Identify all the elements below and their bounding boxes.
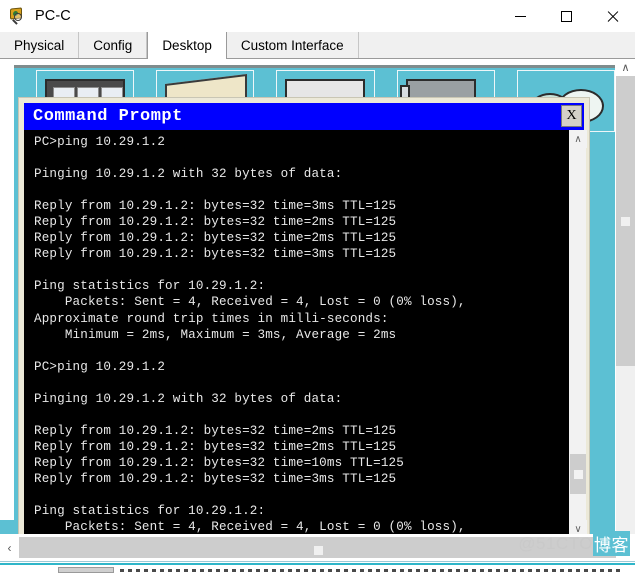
tab-config-label: Config	[93, 37, 133, 53]
window-title: PC-C	[35, 8, 71, 24]
terminal-scroll-up-arrow[interactable]: ∧	[569, 130, 587, 148]
terminal-scroll-thumb[interactable]	[570, 454, 586, 494]
bottom-strip	[0, 561, 635, 573]
tab-bar: Physical Config Desktop Custom Interface	[0, 32, 635, 59]
teal-corner-accent	[0, 520, 16, 534]
desktop-content-area: Command Prompt X PC>ping 10.29.1.2 Pingi…	[0, 59, 635, 573]
tab-custom-interface[interactable]: Custom Interface	[226, 32, 359, 58]
terminal-line: Reply from 10.29.1.2: bytes=32 time=3ms …	[34, 471, 397, 486]
terminal-line: Reply from 10.29.1.2: bytes=32 time=2ms …	[34, 423, 397, 438]
bottom-chip-left	[58, 567, 114, 573]
terminal-line: Reply from 10.29.1.2: bytes=32 time=2ms …	[34, 231, 397, 246]
close-button[interactable]	[589, 0, 635, 32]
terminal-line: Packets: Sent = 4, Received = 4, Lost = …	[34, 295, 466, 310]
page-scroll-up-arrow[interactable]: ∧	[616, 59, 635, 76]
command-prompt-title: Command Prompt	[33, 107, 183, 126]
command-prompt-titlebar: Command Prompt X	[24, 103, 584, 130]
command-prompt-body: PC>ping 10.29.1.2 Pinging 10.29.1.2 with…	[24, 130, 587, 538]
command-prompt-window: Command Prompt X PC>ping 10.29.1.2 Pingi…	[18, 97, 590, 543]
terminal-line: Reply from 10.29.1.2: bytes=32 time=3ms …	[34, 199, 397, 214]
minimize-icon	[514, 15, 526, 17]
window-controls	[497, 0, 635, 32]
terminal-scrollbar[interactable]: ∧ ∨	[568, 130, 587, 538]
tab-desktop-label: Desktop	[162, 38, 212, 53]
pc-c-window: PC-C Physical Config Desktop Custom Inte…	[0, 0, 635, 573]
bottom-dashed-line	[120, 569, 620, 572]
terminal-line: Reply from 10.29.1.2: bytes=32 time=2ms …	[34, 215, 397, 230]
terminal-line: PC>ping 10.29.1.2	[34, 359, 166, 374]
tab-desktop[interactable]: Desktop	[147, 32, 227, 59]
page-horizontal-scrollbar[interactable]: ‹	[0, 534, 635, 561]
terminal-line: Ping statistics for 10.29.1.2:	[34, 279, 266, 294]
terminal-line: Reply from 10.29.1.2: bytes=32 time=3ms …	[34, 247, 397, 262]
terminal-line: Packets: Sent = 4, Received = 4, Lost = …	[34, 520, 466, 535]
pc-globe-magnifier-icon	[9, 7, 27, 25]
terminal-line: PC>ping 10.29.1.2	[34, 135, 166, 149]
bottom-teal-line	[0, 563, 635, 565]
terminal-line: Ping statistics for 10.29.1.2:	[34, 504, 266, 519]
close-icon	[606, 10, 619, 23]
terminal-line: Pinging 10.29.1.2 with 32 bytes of data:	[34, 167, 343, 182]
window-titlebar: PC-C	[0, 0, 635, 32]
tab-physical[interactable]: Physical	[0, 32, 80, 58]
page-scroll-left-arrow[interactable]: ‹	[0, 537, 19, 558]
terminal-line: Minimum = 2ms, Maximum = 3ms, Average = …	[34, 327, 397, 342]
page-vertical-scrollbar[interactable]: ∧ ∨	[616, 59, 635, 553]
command-prompt-close-button[interactable]: X	[561, 105, 582, 127]
page-horizontal-scrollbar-thumb[interactable]	[19, 537, 616, 558]
terminal-line: Approximate round trip times in milli-se…	[34, 311, 389, 326]
tab-config[interactable]: Config	[79, 32, 148, 58]
tab-physical-label: Physical	[14, 37, 65, 53]
terminal-line: Reply from 10.29.1.2: bytes=32 time=2ms …	[34, 439, 397, 454]
tab-custom-interface-label: Custom Interface	[240, 37, 344, 53]
terminal-line: Pinging 10.29.1.2 with 32 bytes of data:	[34, 391, 343, 406]
minimize-button[interactable]	[497, 0, 543, 32]
maximize-icon	[560, 10, 572, 22]
terminal-line: Reply from 10.29.1.2: bytes=32 time=10ms…	[34, 455, 404, 470]
maximize-button[interactable]	[543, 0, 589, 32]
pc-desktop-panel: Command Prompt X PC>ping 10.29.1.2 Pingi…	[14, 65, 615, 543]
terminal-output[interactable]: PC>ping 10.29.1.2 Pinging 10.29.1.2 with…	[24, 130, 568, 538]
page-vertical-scrollbar-thumb[interactable]	[616, 76, 635, 366]
